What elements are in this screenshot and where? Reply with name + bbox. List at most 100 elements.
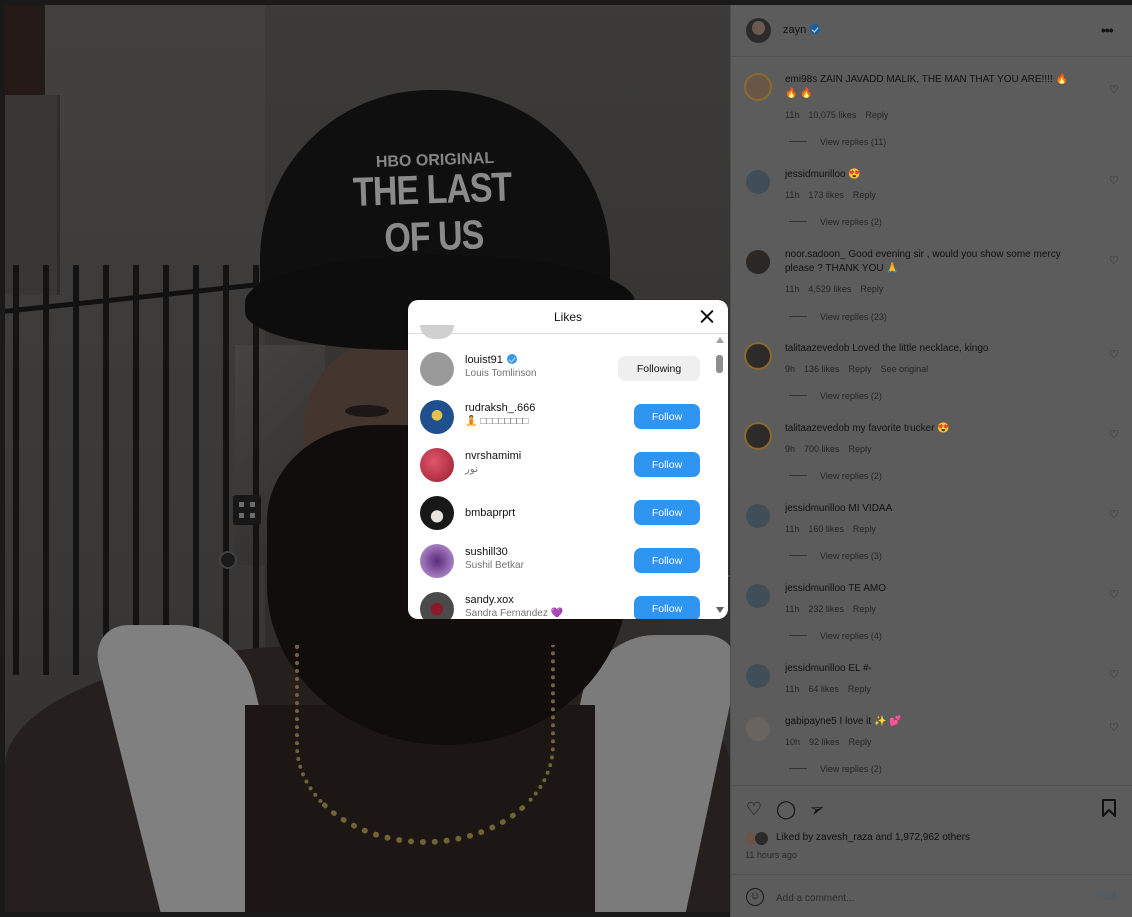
following-button[interactable]: Following (618, 356, 700, 381)
user-avatar[interactable] (420, 448, 454, 482)
comment-reply[interactable]: Reply (860, 284, 883, 294)
comment-reply[interactable]: Reply (849, 737, 872, 747)
user-avatar[interactable] (420, 544, 454, 578)
comment-username[interactable]: jessidmurilloo (785, 583, 846, 594)
comment-heart-icon[interactable]: ♡ (1109, 588, 1121, 601)
comment-avatar[interactable] (746, 664, 770, 688)
like-username[interactable]: sandy.xox (465, 594, 514, 606)
comment-likes[interactable]: 4,529 likes (808, 284, 851, 294)
comment-reply[interactable]: Reply (849, 444, 872, 454)
view-replies[interactable]: View replies (3) (789, 551, 882, 561)
scroll-thumb[interactable] (716, 355, 723, 373)
user-avatar[interactable] (420, 496, 454, 530)
comment-username[interactable]: talitaazevedob (785, 343, 850, 354)
share-icon[interactable]: ➢ (804, 796, 830, 822)
comment-body: TE AMO (848, 583, 886, 594)
view-replies[interactable]: View replies (2) (789, 471, 882, 481)
like-username[interactable]: bmbaprprt (465, 507, 515, 519)
comment-avatar[interactable] (746, 717, 770, 741)
bookmark-icon[interactable] (1099, 799, 1119, 819)
comment-text: jessidmurilloo EL #- (785, 662, 1095, 676)
user-avatar[interactable] (420, 592, 454, 619)
comment-heart-icon[interactable]: ♡ (1109, 348, 1121, 361)
comment-heart-icon[interactable]: ♡ (1109, 668, 1121, 681)
view-replies[interactable]: View replies (11) (789, 137, 886, 147)
see-original-link[interactable]: See original (881, 364, 929, 374)
comment-likes[interactable]: 232 likes (808, 604, 844, 614)
author-avatar[interactable] (746, 18, 771, 43)
follow-button[interactable]: Follow (634, 596, 700, 619)
comment-input[interactable] (776, 890, 1096, 906)
comment-heart-icon[interactable]: ♡ (1109, 721, 1121, 734)
likes-modal: Likes louist91 Louis Tomlinson Following… (408, 300, 728, 619)
comment-likes[interactable]: 92 likes (809, 737, 840, 747)
comment-heart-icon[interactable]: ♡ (1109, 83, 1121, 96)
comment-avatar[interactable] (746, 504, 770, 528)
more-options-icon[interactable]: ••• (1101, 22, 1117, 38)
liked-by-count[interactable]: 1,972,962 others (895, 832, 970, 843)
view-replies[interactable]: View replies (2) (789, 391, 882, 401)
comment-avatar[interactable] (746, 424, 770, 448)
comment-likes[interactable]: 173 likes (808, 190, 844, 200)
comment-username[interactable]: jessidmurilloo (785, 503, 846, 514)
like-row: bmbaprprt Follow (408, 496, 713, 544)
user-avatar[interactable] (420, 400, 454, 434)
comment-reply[interactable]: Reply (853, 604, 876, 614)
comment-icon[interactable]: ◯ (776, 799, 796, 819)
scroll-up-arrow-icon[interactable] (716, 337, 724, 343)
follow-button[interactable]: Follow (634, 404, 700, 429)
follow-button[interactable]: Follow (634, 548, 700, 573)
author-name[interactable]: zayn (783, 24, 821, 36)
view-replies[interactable]: View replies (23) (789, 312, 887, 322)
comment-likes[interactable]: 700 likes (804, 444, 840, 454)
comment-likes[interactable]: 136 likes (804, 364, 840, 374)
comment-reply[interactable]: Reply (849, 364, 872, 374)
likes-scrollbar[interactable] (714, 335, 726, 619)
like-username[interactable]: sushill30 (465, 546, 508, 558)
comment-avatar[interactable] (746, 584, 770, 608)
scroll-down-arrow-icon[interactable] (716, 607, 724, 613)
close-icon[interactable] (696, 306, 718, 328)
liked-by-text[interactable]: Liked by zavesh_raza and 1,972,962 other… (776, 832, 970, 843)
comment-heart-icon[interactable]: ♡ (1109, 428, 1121, 441)
follow-button[interactable]: Follow (634, 500, 700, 525)
comment-username[interactable]: jessidmurilloo (785, 169, 846, 180)
comment-avatar[interactable] (746, 170, 770, 194)
comment-username[interactable]: jessidmurilloo (785, 663, 846, 674)
comment-reply[interactable]: Reply (848, 684, 871, 694)
view-replies[interactable]: View replies (2) (789, 764, 882, 774)
comment-reply[interactable]: Reply (865, 110, 888, 120)
comment-avatar[interactable] (746, 75, 770, 99)
comment-reply[interactable]: Reply (853, 190, 876, 200)
user-avatar[interactable] (420, 352, 454, 386)
comment-text: jessidmurilloo TE AMO (785, 582, 1095, 596)
comment-username[interactable]: talitaazevedob (785, 423, 850, 434)
comment-body: 😍 (848, 169, 861, 180)
view-replies[interactable]: View replies (4) (789, 631, 882, 641)
comment-likes[interactable]: 10,075 likes (808, 110, 856, 120)
comment-username[interactable]: emi98s (785, 74, 817, 85)
like-username[interactable]: louist91 (465, 354, 517, 366)
comment-username[interactable]: gabipayne5 (785, 716, 837, 727)
heart-icon[interactable]: ♡ (744, 799, 764, 819)
comment-avatar[interactable] (746, 250, 770, 274)
comment-heart-icon[interactable]: ♡ (1109, 254, 1121, 267)
comment-likes[interactable]: 160 likes (808, 524, 844, 534)
follow-button[interactable]: Follow (634, 452, 700, 477)
like-username[interactable]: rudraksh_.666 (465, 402, 535, 414)
comment-meta: 11h 160 likes Reply (785, 524, 876, 534)
likes-list[interactable]: louist91 Louis Tomlinson Following rudra… (408, 335, 728, 619)
emoji-icon[interactable]: ☺ (746, 888, 764, 906)
comment-heart-icon[interactable]: ♡ (1109, 508, 1121, 521)
post-header: zayn ••• (731, 5, 1132, 57)
comment-avatar[interactable] (746, 344, 770, 368)
like-username[interactable]: nvrshamimi (465, 450, 521, 462)
comment-likes[interactable]: 64 likes (808, 684, 839, 694)
comment-reply[interactable]: Reply (853, 524, 876, 534)
comment-meta: 11h 10,075 likes Reply (785, 110, 889, 120)
comment-heart-icon[interactable]: ♡ (1109, 174, 1121, 187)
liked-by-user[interactable]: zavesh_raza (816, 832, 873, 843)
post-comment-button[interactable]: Post (1096, 891, 1116, 902)
view-replies[interactable]: View replies (2) (789, 217, 882, 227)
comment-username[interactable]: noor.sadoon_ (785, 249, 846, 260)
